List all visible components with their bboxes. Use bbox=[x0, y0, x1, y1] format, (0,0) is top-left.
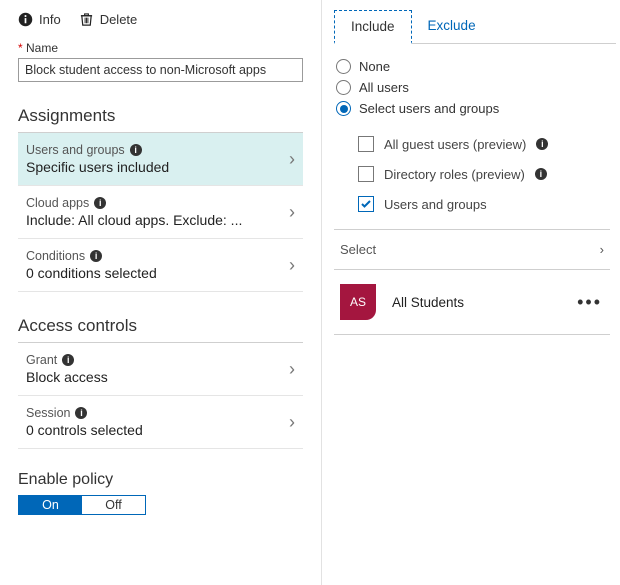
radio-select-users-groups[interactable]: Select users and groups bbox=[336, 98, 616, 119]
tab-exclude[interactable]: Exclude bbox=[412, 10, 492, 43]
check-directory-roles[interactable]: Directory roles (preview) i bbox=[358, 159, 616, 189]
tabs: Include Exclude bbox=[334, 10, 616, 44]
chevron-right-icon: › bbox=[289, 149, 295, 170]
chevron-right-icon: › bbox=[289, 359, 295, 380]
check-users-groups[interactable]: Users and groups bbox=[358, 189, 616, 219]
trash-icon bbox=[79, 12, 94, 27]
select-row[interactable]: Select › bbox=[334, 229, 610, 270]
access-session[interactable]: Sessioni 0 controls selected › bbox=[18, 396, 303, 449]
group-name: All Students bbox=[392, 295, 464, 310]
enable-policy-toggle[interactable]: On Off bbox=[18, 495, 146, 515]
chevron-right-icon: › bbox=[600, 242, 604, 257]
assignments-users-groups[interactable]: Users and groupsi Specific users include… bbox=[18, 133, 303, 186]
divider bbox=[334, 334, 610, 335]
access-grant[interactable]: Granti Block access › bbox=[18, 343, 303, 396]
radio-icon bbox=[336, 59, 351, 74]
info-icon[interactable]: i bbox=[90, 250, 102, 262]
subselect-checkboxes: All guest users (preview) i Directory ro… bbox=[334, 129, 616, 219]
required-asterisk: * bbox=[18, 41, 23, 55]
info-button[interactable]: Info bbox=[18, 12, 61, 27]
info-icon[interactable]: i bbox=[130, 144, 142, 156]
check-guest-users[interactable]: All guest users (preview) i bbox=[358, 129, 616, 159]
info-icon[interactable]: i bbox=[62, 354, 74, 366]
chevron-right-icon: › bbox=[289, 255, 295, 276]
tab-include[interactable]: Include bbox=[334, 10, 412, 44]
chevron-right-icon: › bbox=[289, 202, 295, 223]
group-avatar: AS bbox=[340, 284, 376, 320]
radio-all-users[interactable]: All users bbox=[336, 77, 616, 98]
section-access-controls: Access controls bbox=[18, 298, 303, 343]
chevron-right-icon: › bbox=[289, 412, 295, 433]
name-input[interactable] bbox=[18, 58, 303, 82]
info-label: Info bbox=[39, 12, 61, 27]
delete-button[interactable]: Delete bbox=[79, 12, 138, 27]
toolbar: Info Delete bbox=[18, 10, 303, 27]
radio-icon bbox=[336, 101, 351, 116]
selected-group-row[interactable]: AS All Students ••• bbox=[334, 270, 616, 334]
delete-label: Delete bbox=[100, 12, 138, 27]
select-label: Select bbox=[340, 242, 376, 257]
enable-policy-label: Enable policy bbox=[18, 471, 303, 489]
section-assignments: Assignments bbox=[18, 88, 303, 133]
checkbox-icon bbox=[358, 196, 374, 212]
scope-radio-group: None All users Select users and groups bbox=[334, 56, 616, 119]
checkbox-icon bbox=[358, 166, 374, 182]
left-panel: Info Delete * Name Assignments Users and… bbox=[0, 0, 322, 585]
info-icon[interactable]: i bbox=[536, 138, 548, 150]
toggle-off[interactable]: Off bbox=[82, 496, 145, 514]
radio-icon bbox=[336, 80, 351, 95]
name-label: * Name bbox=[18, 41, 303, 55]
radio-none[interactable]: None bbox=[336, 56, 616, 77]
right-panel: Include Exclude None All users Select us… bbox=[322, 0, 620, 585]
assignments-conditions[interactable]: Conditionsi 0 conditions selected › bbox=[18, 239, 303, 292]
more-button[interactable]: ••• bbox=[577, 292, 610, 313]
checkbox-icon bbox=[358, 136, 374, 152]
info-icon[interactable]: i bbox=[75, 407, 87, 419]
info-icon bbox=[18, 12, 33, 27]
assignments-cloud-apps[interactable]: Cloud appsi Include: All cloud apps. Exc… bbox=[18, 186, 303, 239]
info-icon[interactable]: i bbox=[94, 197, 106, 209]
toggle-on[interactable]: On bbox=[19, 496, 82, 514]
info-icon[interactable]: i bbox=[535, 168, 547, 180]
